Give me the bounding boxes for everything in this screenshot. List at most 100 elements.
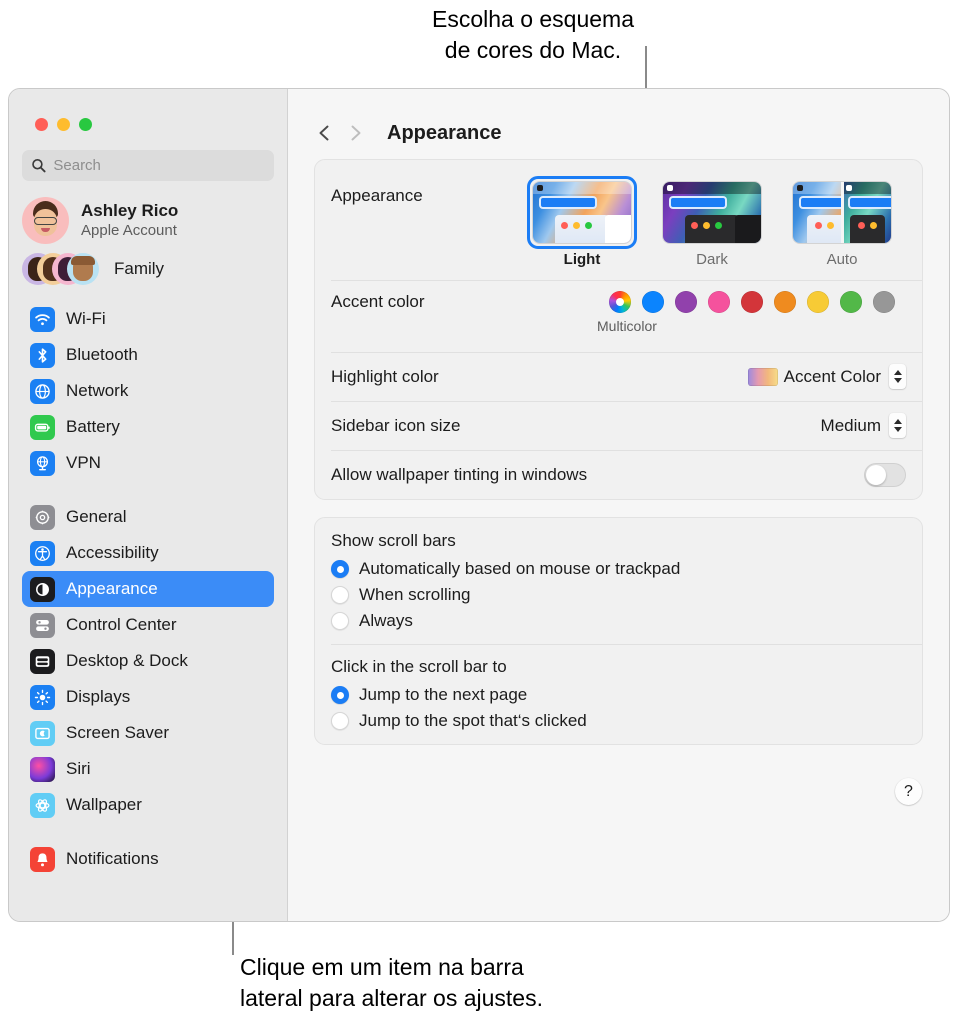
radio-label: Jump to the next page [359, 685, 527, 705]
scroll-bar-settings-card: Show scroll bars Automatically based on … [314, 517, 923, 745]
wallpaper-tinting-label: Allow wallpaper tinting in windows [331, 465, 587, 485]
chevron-updown-icon[interactable] [889, 364, 906, 389]
system-settings-window: Ashley Rico Apple Account Family Wi-Fi [8, 88, 950, 922]
radio-button[interactable] [331, 586, 349, 604]
window-controls [9, 89, 287, 131]
accent-swatch-graphite[interactable] [873, 291, 895, 313]
help-button[interactable]: ? [895, 778, 922, 805]
accent-swatch-purple[interactable] [675, 291, 697, 313]
account-row[interactable]: Ashley Rico Apple Account [9, 196, 287, 244]
maximize-button[interactable] [79, 118, 92, 131]
radio-label: Automatically based on mouse or trackpad [359, 559, 680, 579]
appearance-options: Light Dark [529, 176, 906, 268]
radio-option-automatic[interactable]: Automatically based on mouse or trackpad [331, 556, 906, 582]
appearance-option-label: Auto [827, 251, 858, 268]
network-icon [30, 379, 55, 404]
sidebar-item-label: Screen Saver [66, 723, 169, 743]
highlight-color-label: Highlight color [331, 367, 439, 387]
show-scroll-bars-title: Show scroll bars [331, 531, 906, 551]
wallpaper-tinting-toggle[interactable] [864, 463, 906, 487]
sidebar-item-label: Accessibility [66, 543, 159, 563]
accent-swatch-orange[interactable] [774, 291, 796, 313]
sidebar-item-label: Notifications [66, 849, 159, 869]
sidebar-group-notifications: Notifications [9, 841, 287, 877]
search-input[interactable] [53, 157, 265, 174]
radio-button[interactable] [331, 612, 349, 630]
sidebar-item-desktop-dock[interactable]: Desktop & Dock [22, 643, 274, 679]
sidebar-item-bluetooth[interactable]: Bluetooth [22, 337, 274, 373]
accent-swatch-green[interactable] [840, 291, 862, 313]
highlight-color-value: Accent Color [784, 367, 881, 387]
appearance-option-dark[interactable]: Dark [659, 176, 765, 268]
auto-thumbnail [792, 181, 892, 244]
family-label: Family [114, 259, 164, 279]
chevron-right-icon[interactable] [344, 122, 366, 144]
sidebar-item-wallpaper[interactable]: Wallpaper [22, 787, 274, 823]
family-avatars [22, 253, 101, 285]
callout-top-text: Escolha o esquema de cores do Mac. [383, 4, 683, 65]
radio-option-when-scrolling[interactable]: When scrolling [331, 582, 906, 608]
sidebar-item-network[interactable]: Network [22, 373, 274, 409]
siri-icon [30, 757, 55, 782]
radio-option-next-page[interactable]: Jump to the next page [331, 682, 906, 708]
sidebar-item-accessibility[interactable]: Accessibility [22, 535, 274, 571]
search-field[interactable] [22, 150, 274, 181]
accent-swatch-yellow[interactable] [807, 291, 829, 313]
light-thumbnail [532, 181, 632, 244]
sidebar-item-battery[interactable]: Battery [22, 409, 274, 445]
accent-swatch-red[interactable] [741, 291, 763, 313]
sidebar-item-label: Displays [66, 687, 130, 707]
sidebar-icon-size-label: Sidebar icon size [331, 416, 460, 436]
radio-button[interactable] [331, 686, 349, 704]
accent-color-caption: Multicolor [597, 318, 906, 334]
appearance-row: Appearance Light [315, 160, 922, 280]
accent-swatch-pink[interactable] [708, 291, 730, 313]
sidebar: Ashley Rico Apple Account Family Wi-Fi [9, 89, 288, 921]
screen-saver-icon [30, 721, 55, 746]
chevron-left-icon[interactable] [314, 122, 336, 144]
click-scroll-bar-title: Click in the scroll bar to [331, 657, 906, 677]
content-pane: Appearance Appearance [288, 89, 949, 921]
sidebar-item-wifi[interactable]: Wi-Fi [22, 301, 274, 337]
desktop-dock-icon [30, 649, 55, 674]
radio-option-always[interactable]: Always [331, 608, 906, 634]
appearance-option-light[interactable]: Light [529, 176, 635, 268]
sidebar-item-label: Wallpaper [66, 795, 142, 815]
sidebar-item-control-center[interactable]: Control Center [22, 607, 274, 643]
gear-icon [30, 505, 55, 530]
wallpaper-icon [30, 793, 55, 818]
accent-swatch-blue[interactable] [642, 291, 664, 313]
appearance-icon [30, 577, 55, 602]
sidebar-group-connectivity: Wi-Fi Bluetooth Network [9, 301, 287, 481]
appearance-option-auto[interactable]: Auto [789, 176, 895, 268]
sidebar-item-family[interactable]: Family [9, 249, 287, 289]
sidebar-item-label: Wi-Fi [66, 309, 106, 329]
sidebar-item-notifications[interactable]: Notifications [22, 841, 274, 877]
callout-bottom-text: Clique em um item na barra lateral para … [240, 952, 660, 1013]
radio-option-spot-clicked[interactable]: Jump to the spot that‘s clicked [331, 708, 906, 734]
minimize-button[interactable] [57, 118, 70, 131]
sidebar-icon-size-value: Medium [821, 416, 881, 436]
appearance-option-label: Light [564, 251, 601, 268]
sidebar-item-label: VPN [66, 453, 101, 473]
radio-button[interactable] [331, 560, 349, 578]
highlight-color-popup[interactable]: Accent Color [748, 364, 906, 389]
accessibility-icon [30, 541, 55, 566]
sidebar-item-label: General [66, 507, 126, 527]
accent-swatch-multicolor[interactable] [609, 291, 631, 313]
sidebar-item-siri[interactable]: Siri [22, 751, 274, 787]
close-button[interactable] [35, 118, 48, 131]
sidebar-item-displays[interactable]: Displays [22, 679, 274, 715]
sidebar-item-label: Appearance [66, 579, 158, 599]
radio-button[interactable] [331, 712, 349, 730]
sidebar-icon-size-popup[interactable]: Medium [821, 413, 906, 438]
sidebar-item-label: Control Center [66, 615, 177, 635]
radio-label: When scrolling [359, 585, 471, 605]
sidebar-item-general[interactable]: General [22, 499, 274, 535]
sidebar-item-appearance[interactable]: Appearance [22, 571, 274, 607]
sidebar-item-vpn[interactable]: VPN [22, 445, 274, 481]
battery-icon [30, 415, 55, 440]
sidebar-item-screen-saver[interactable]: Screen Saver [22, 715, 274, 751]
bluetooth-icon [30, 343, 55, 368]
chevron-updown-icon[interactable] [889, 413, 906, 438]
